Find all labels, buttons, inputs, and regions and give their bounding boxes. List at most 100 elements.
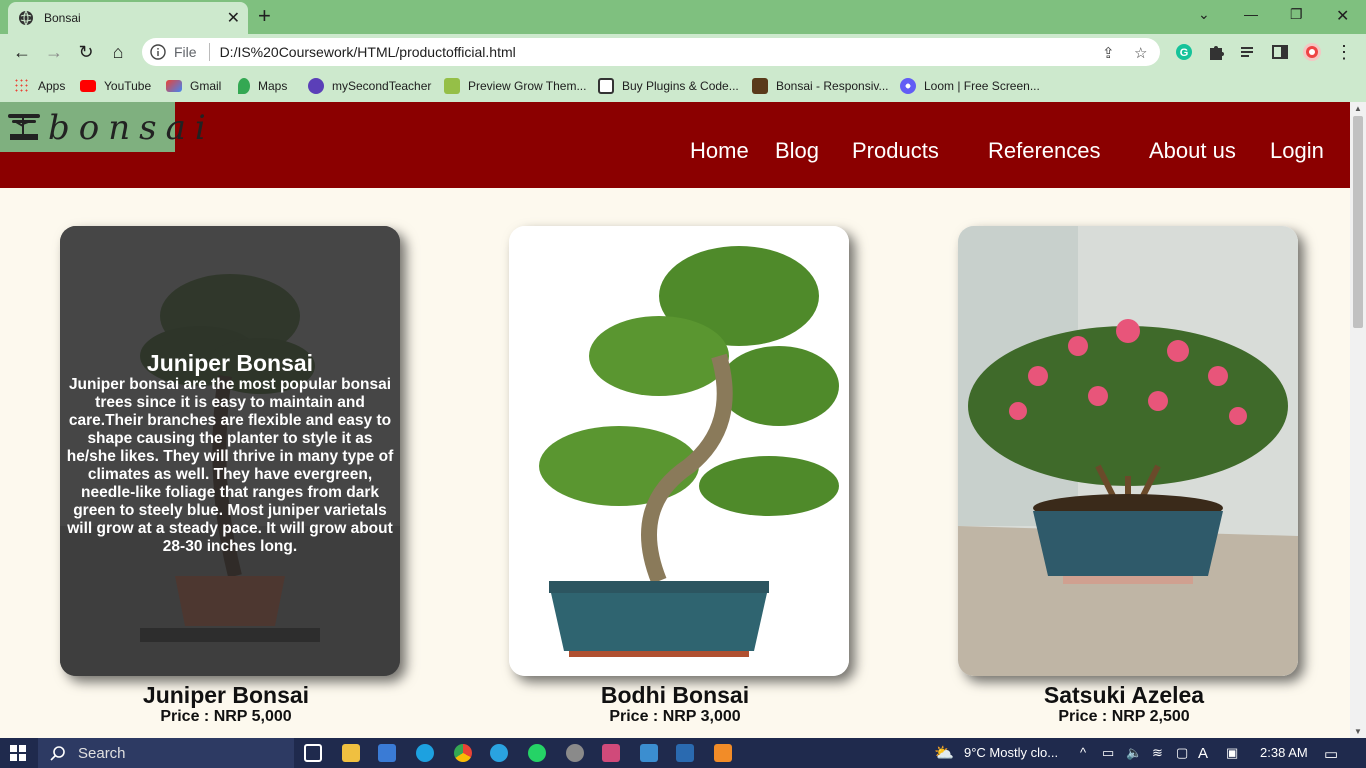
product-card-satsuki[interactable]: [958, 226, 1298, 676]
page-scrollbar[interactable]: ▲ ▼: [1350, 102, 1366, 738]
shopify-icon: [444, 78, 460, 94]
paint-icon[interactable]: [602, 744, 620, 762]
bookmark-mysecondteacher[interactable]: mySecondTeacher: [308, 76, 431, 96]
input-language[interactable]: A: [1198, 745, 1208, 762]
windows-start-icon[interactable]: [10, 745, 26, 761]
kebab-menu-icon[interactable]: ⋮: [1334, 42, 1354, 62]
card-overlay: Juniper Bonsai Juniper bonsai are the mo…: [60, 226, 400, 676]
file-explorer-icon[interactable]: [342, 744, 360, 762]
overlay-description: Juniper bonsai are the most popular bons…: [66, 376, 394, 555]
bookmark-label: Maps: [258, 79, 288, 93]
profile-avatar-icon[interactable]: [1302, 42, 1322, 62]
taskbar-search[interactable]: Search: [38, 738, 294, 768]
browser-tab[interactable]: Bonsai ✕: [8, 2, 248, 34]
bookmark-star-icon[interactable]: ☆: [1134, 44, 1147, 62]
mysecondteacher-icon: [308, 78, 324, 94]
product-card-bodhi[interactable]: [509, 226, 849, 676]
product-price: Price : NRP 3,000: [609, 708, 741, 725]
site-logo[interactable]: bonsai: [0, 102, 206, 152]
logo-text: bonsai: [48, 108, 215, 148]
browser-tab-strip: Bonsai ✕ + ⌄ — ❐ ✕: [0, 0, 1366, 34]
home-icon[interactable]: ⌂: [108, 42, 128, 62]
chevron-down-icon[interactable]: ⌄: [1198, 6, 1210, 23]
new-tab-button[interactable]: +: [258, 5, 271, 27]
bookmark-label: Loom | Free Screen...: [924, 79, 1040, 93]
weather-cloud-icon[interactable]: ⛅: [934, 743, 954, 763]
search-icon: [50, 746, 65, 761]
task-view-icon[interactable]: [304, 744, 322, 762]
bookmark-label: Gmail: [190, 79, 222, 93]
bookmark-buy-plugins[interactable]: Buy Plugins & Code...: [598, 76, 739, 96]
reload-icon[interactable]: ↻: [76, 42, 96, 62]
clock-time[interactable]: 2:38 AM: [1260, 745, 1308, 760]
grammarly-icon[interactable]: G: [1174, 42, 1194, 62]
product-card-juniper[interactable]: Juniper Bonsai Juniper bonsai are the mo…: [60, 226, 400, 676]
volume-icon[interactable]: 🔈: [1126, 745, 1142, 761]
microsoft-store-icon[interactable]: [378, 744, 396, 762]
site-header: bonsai Home Blog Products References Abo…: [0, 102, 1350, 188]
photos-icon[interactable]: [676, 744, 694, 762]
info-icon[interactable]: [150, 44, 166, 60]
globe-icon: [19, 10, 33, 26]
sublime-text-icon[interactable]: [714, 744, 732, 762]
forward-arrow-icon[interactable]: →: [44, 42, 64, 62]
bookmark-label: mySecondTeacher: [332, 79, 432, 93]
maps-icon: [238, 78, 250, 94]
minimize-icon[interactable]: —: [1244, 6, 1258, 22]
window-close-icon[interactable]: ✕: [1336, 6, 1349, 26]
scroll-thumb[interactable]: [1353, 116, 1363, 328]
battery-icon[interactable]: ▭: [1102, 745, 1114, 761]
search-placeholder: Search: [78, 744, 126, 762]
onenote-icon[interactable]: ▣: [1226, 745, 1238, 761]
product-price: Price : NRP 5,000: [160, 708, 292, 725]
overlay-title: Juniper Bonsai: [146, 350, 314, 376]
telegram-icon[interactable]: [490, 744, 508, 762]
settings-gear-icon[interactable]: [566, 744, 584, 762]
gmail-icon: [166, 80, 182, 92]
bookmark-youtube[interactable]: YouTube: [80, 76, 151, 96]
bookmark-label: Buy Plugins & Code...: [622, 79, 739, 93]
tray-chevron-up-icon[interactable]: ^: [1080, 745, 1086, 760]
bookmark-label: Preview Grow Them...: [468, 79, 587, 93]
chrome-icon[interactable]: [454, 744, 472, 762]
bookmark-label: Apps: [38, 79, 66, 93]
nav-blog[interactable]: Blog: [775, 138, 819, 164]
nav-about-us[interactable]: About us: [1149, 138, 1236, 164]
satsuki-azalea-image: [958, 226, 1298, 676]
bookmark-preview-grow-themes[interactable]: Preview Grow Them...: [444, 76, 586, 96]
back-arrow-icon[interactable]: ←: [12, 42, 32, 62]
restore-icon[interactable]: ❐: [1290, 6, 1303, 23]
bookmark-loom[interactable]: Loom | Free Screen...: [900, 76, 1040, 96]
bookmark-gmail[interactable]: Gmail: [166, 76, 221, 96]
bookmark-label: Bonsai - Responsiv...: [776, 79, 889, 93]
reading-list-icon[interactable]: [1238, 42, 1258, 62]
weather-text[interactable]: 9°C Mostly clo...: [964, 745, 1058, 760]
bookmark-apps[interactable]: Apps: [14, 76, 65, 96]
notepad-icon[interactable]: [640, 744, 658, 762]
product-name: Satsuki Azelea: [1043, 682, 1205, 708]
nav-references[interactable]: References: [988, 138, 1101, 164]
wifi-icon[interactable]: ≋: [1152, 745, 1163, 761]
bookmark-bonsai-responsive[interactable]: Bonsai - Responsiv...: [752, 76, 889, 96]
share-icon[interactable]: ⇪: [1102, 44, 1115, 62]
scroll-down-arrow-icon[interactable]: ▼: [1354, 727, 1362, 736]
bonsai-site-icon: [752, 78, 768, 94]
scroll-up-arrow-icon[interactable]: ▲: [1354, 104, 1362, 113]
address-bar[interactable]: File D:/IS%20Coursework/HTML/productoffi…: [142, 38, 1160, 66]
bookmark-maps[interactable]: Maps: [238, 76, 287, 96]
meet-now-icon[interactable]: ▢: [1176, 745, 1188, 761]
notifications-icon[interactable]: ▭: [1324, 745, 1338, 763]
nav-login[interactable]: Login: [1270, 138, 1324, 164]
nav-home[interactable]: Home: [690, 138, 749, 164]
bookmark-label: YouTube: [104, 79, 152, 93]
url-text[interactable]: D:/IS%20Coursework/HTML/productofficial.…: [220, 44, 516, 60]
side-panel-icon[interactable]: [1270, 42, 1290, 62]
tab-title: Bonsai: [44, 11, 81, 25]
svg-text:G: G: [1180, 47, 1189, 59]
whatsapp-icon[interactable]: [528, 744, 546, 762]
close-tab-icon[interactable]: ✕: [227, 8, 240, 28]
edge-icon[interactable]: [416, 744, 434, 762]
nav-products[interactable]: Products: [852, 138, 939, 164]
extensions-puzzle-icon[interactable]: [1206, 42, 1226, 62]
bodhi-bonsai-image: [509, 226, 849, 676]
